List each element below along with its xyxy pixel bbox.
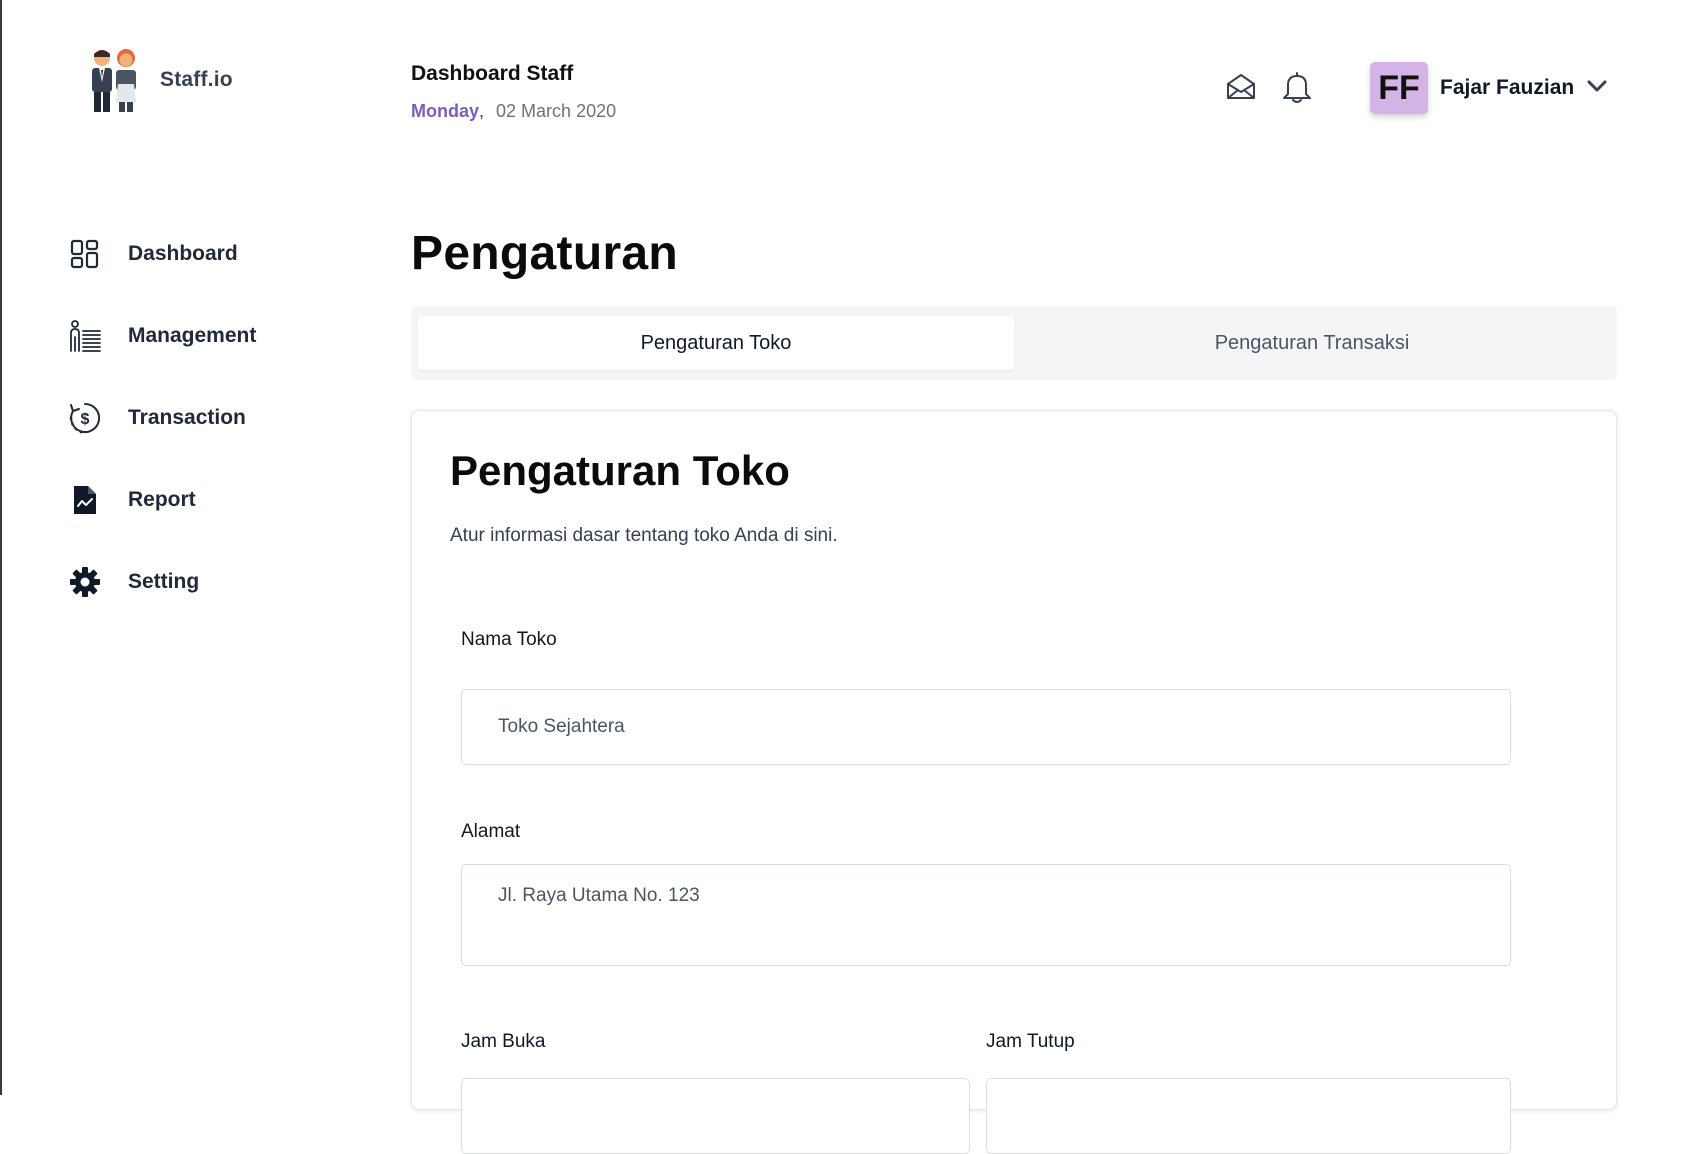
settings-tabs: Pengaturan Toko Pengaturan Transaksi: [411, 306, 1617, 380]
tab-pengaturan-transaksi[interactable]: Pengaturan Transaksi: [1014, 316, 1610, 370]
nama-toko-label: Nama Toko: [461, 629, 557, 650]
sidebar-item-label: Transaction: [128, 406, 246, 429]
sidebar-item-transaction[interactable]: $ Transaction: [68, 396, 368, 440]
staff-logo-icon: [88, 48, 142, 112]
header-title: Dashboard Staff: [411, 62, 574, 85]
card-description: Atur informasi dasar tentang toko Anda d…: [450, 525, 838, 546]
sidebar-item-report[interactable]: Report: [68, 478, 368, 522]
tab-pengaturan-toko[interactable]: Pengaturan Toko: [418, 316, 1014, 370]
nama-toko-value: Toko Sejahtera: [498, 716, 625, 737]
alamat-label: Alamat: [461, 821, 521, 842]
sidebar-item-dashboard[interactable]: Dashboard: [68, 232, 368, 276]
sidebar: Dashboard Management $ Transaction Repor…: [68, 232, 368, 642]
bell-icon[interactable]: [1280, 70, 1314, 104]
jam-buka-input[interactable]: [461, 1078, 970, 1154]
user-menu[interactable]: FF Fajar Fauzian: [1370, 62, 1608, 114]
jam-buka-label: Jam Buka: [461, 1031, 546, 1052]
gear-icon: [68, 565, 102, 599]
report-icon: [68, 483, 102, 517]
page-title: Pengaturan: [411, 227, 679, 280]
alamat-value: Jl. Raya Utama No. 123: [498, 885, 700, 906]
svg-text:$: $: [81, 411, 90, 428]
store-settings-card: Pengaturan Toko Atur informasi dasar ten…: [411, 410, 1617, 1154]
chevron-down-icon[interactable]: [1586, 79, 1608, 98]
header-icons: [1224, 70, 1314, 104]
sidebar-item-label: Report: [128, 488, 196, 511]
sidebar-item-setting[interactable]: Setting: [68, 560, 368, 604]
management-icon: [68, 319, 102, 353]
header-date: Monday, 02 March 2020: [411, 101, 616, 122]
sidebar-item-label: Management: [128, 324, 257, 347]
sidebar-item-label: Setting: [128, 570, 200, 593]
sidebar-item-label: Dashboard: [128, 242, 238, 265]
jam-tutup-input[interactable]: [986, 1078, 1511, 1154]
card-title: Pengaturan Toko: [450, 447, 790, 494]
user-name: Fajar Fauzian: [1440, 76, 1575, 99]
alamat-textarea[interactable]: Jl. Raya Utama No. 123: [461, 864, 1511, 966]
sidebar-item-management[interactable]: Management: [68, 314, 368, 358]
date-separator: ,: [479, 101, 485, 121]
dollar-history-icon: $: [68, 401, 102, 435]
mail-open-icon[interactable]: [1224, 70, 1258, 104]
brand-name: Staff.io: [160, 68, 233, 91]
avatar: FF: [1370, 62, 1428, 114]
header-date-text: 02 March 2020: [496, 101, 617, 121]
header-day: Monday: [411, 101, 480, 121]
nama-toko-input[interactable]: Toko Sejahtera: [461, 689, 1511, 765]
brand[interactable]: Staff.io: [88, 48, 233, 112]
jam-tutup-label: Jam Tutup: [986, 1031, 1075, 1052]
grid-icon: [68, 237, 102, 271]
